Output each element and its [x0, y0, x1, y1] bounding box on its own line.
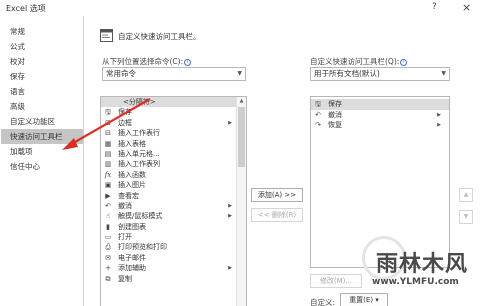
sidebar-item-language[interactable]: 语言: [1, 84, 83, 99]
sidebar-item-customize-ribbon[interactable]: 自定义功能区: [1, 114, 83, 129]
list-item[interactable]: ⧉ 复制: [101, 274, 246, 284]
list-item[interactable]: fx 插入函数: [101, 170, 246, 180]
list-item[interactable]: ▤ 插入单元格...: [101, 149, 246, 159]
list-item[interactable]: 🖫 保存: [101, 107, 246, 117]
add-icon: +: [105, 264, 111, 273]
options-sidebar: 常规 公式 校对 保存 语言 高级 自定义功能区 快速访问工具栏 加载项 信任中…: [1, 16, 84, 306]
submenu-arrow-icon: ▶: [228, 202, 232, 209]
submenu-arrow-icon: ▶: [228, 265, 232, 272]
choose-commands-dropdown[interactable]: 常用命令 ▼: [102, 67, 246, 81]
submenu-arrow-icon: ▶: [228, 119, 232, 126]
save-icon: 🖫: [105, 108, 111, 117]
submenu-arrow-icon: ▶: [228, 213, 232, 220]
email-icon: ✉: [105, 253, 111, 262]
customize-toolbar-dropdown[interactable]: 用于所有文档(默认) ▼: [310, 67, 450, 81]
move-down-button[interactable]: ▼: [459, 210, 473, 224]
sidebar-item-advanced[interactable]: 高级: [1, 99, 83, 114]
sidebar-item-proofing[interactable]: 校对: [1, 54, 83, 69]
undo-icon: ↶: [315, 110, 321, 119]
picture-icon: ▣: [104, 181, 112, 190]
sidebar-item-trust-center[interactable]: 信任中心: [1, 159, 83, 174]
help-button[interactable]: ?: [432, 2, 437, 12]
watermark-brand: 雨林木风: [376, 252, 469, 277]
commands-scrollbar[interactable]: ▲: [236, 97, 246, 306]
watermark-logo: 雨林木风 www.YLMFU.com: [362, 236, 492, 306]
choose-commands-label: 从下列位置选择命令(C): i: [102, 56, 192, 67]
chart-icon: ▮: [106, 222, 110, 231]
list-item[interactable]: 🖫 保存: [311, 99, 449, 110]
page-title: 自定义快速访问工具栏。: [118, 32, 201, 41]
function-icon: fx: [104, 170, 112, 179]
insert-cell-icon: ▤: [104, 149, 112, 158]
chevron-down-icon: ▼: [441, 70, 446, 77]
customize-toolbar-label: 自定义快速访问工具栏(Q): i: [310, 56, 408, 67]
table-icon: ▦: [104, 139, 112, 148]
list-item[interactable]: ▣ 插入图片: [101, 180, 246, 190]
dropdown-value: 用于所有文档(默认): [314, 69, 380, 78]
list-item[interactable]: ⎙ 打印预览和打印: [101, 242, 246, 252]
list-item[interactable]: ☝ 触摸/鼠标模式 ▶: [101, 211, 246, 221]
sidebar-item-formulas[interactable]: 公式: [1, 39, 83, 54]
quick-access-toolbar-icon: [100, 29, 113, 42]
open-icon: ▭: [104, 233, 112, 242]
scroll-up-arrow-icon[interactable]: ▲: [237, 98, 246, 106]
touch-icon: ☝: [105, 212, 111, 221]
remove-button[interactable]: << 删除(R): [251, 208, 303, 222]
macro-icon: ▶: [105, 191, 111, 200]
window-title: Excel 选项: [6, 4, 46, 13]
info-icon: i: [400, 58, 408, 66]
list-item[interactable]: ▶ 查看宏: [101, 191, 246, 201]
sidebar-item-quick-access-toolbar[interactable]: 快速访问工具栏: [1, 129, 83, 144]
list-item[interactable]: ✉ 电子邮件: [101, 253, 246, 263]
dropdown-value: 常用命令: [106, 69, 136, 78]
sidebar-item-save[interactable]: 保存: [1, 69, 83, 84]
close-button[interactable]: ×: [462, 1, 471, 14]
save-icon: 🖫: [315, 100, 321, 108]
chevron-down-icon: ▼: [237, 70, 242, 77]
redo-icon: ↷: [315, 121, 321, 129]
list-item[interactable]: ▮ 创建图表: [101, 222, 246, 232]
watermark-url: www.YLMFU.com: [372, 277, 459, 287]
submenu-arrow-icon: ▶: [437, 122, 441, 128]
border-icon: ⊞: [105, 118, 111, 127]
insert-column-icon: ▥: [104, 160, 112, 169]
add-button[interactable]: 添加(A) >>: [251, 188, 303, 202]
copy-icon: ⧉: [105, 274, 111, 283]
move-up-button[interactable]: ▲: [459, 188, 473, 202]
sidebar-item-add-ins[interactable]: 加载项: [1, 144, 83, 159]
insert-row-icon: ⊟: [105, 129, 111, 138]
list-item[interactable]: + 添加辅助 ▶: [101, 263, 246, 273]
scroll-thumb[interactable]: [238, 107, 245, 167]
sidebar-item-general[interactable]: 常规: [1, 24, 83, 39]
modify-button[interactable]: 修改(M)...: [310, 274, 362, 288]
customizations-label: 自定义:: [310, 298, 336, 306]
available-commands-list[interactable]: <分隔符> 🖫 保存 ⊞ 边框 ▶ ⊟ 插入工作表行 ▦ 插入表格 ▤ 插入单元格... ▥…: [100, 96, 247, 306]
undo-icon: ↶: [105, 201, 111, 210]
list-item[interactable]: ▥ 插入工作表列: [101, 159, 246, 169]
list-item[interactable]: ↶ 撤消 ▶: [101, 201, 246, 211]
list-item[interactable]: ⊞ 边框 ▶: [101, 118, 246, 128]
info-icon: i: [184, 58, 192, 66]
print-preview-icon: ⎙: [105, 243, 111, 252]
list-item[interactable]: ↶ 撤消 ▶: [311, 110, 449, 121]
list-item-separator[interactable]: <分隔符>: [101, 97, 246, 108]
title-bar: Excel 选项 ? ×: [0, 0, 496, 16]
list-item[interactable]: ↷ 恢复 ▶: [311, 120, 449, 131]
list-item[interactable]: ▦ 插入表格: [101, 139, 246, 149]
list-item[interactable]: ▭ 打开: [101, 232, 246, 242]
list-item[interactable]: ⊟ 插入工作表行: [101, 128, 246, 138]
submenu-arrow-icon: ▶: [437, 111, 441, 118]
